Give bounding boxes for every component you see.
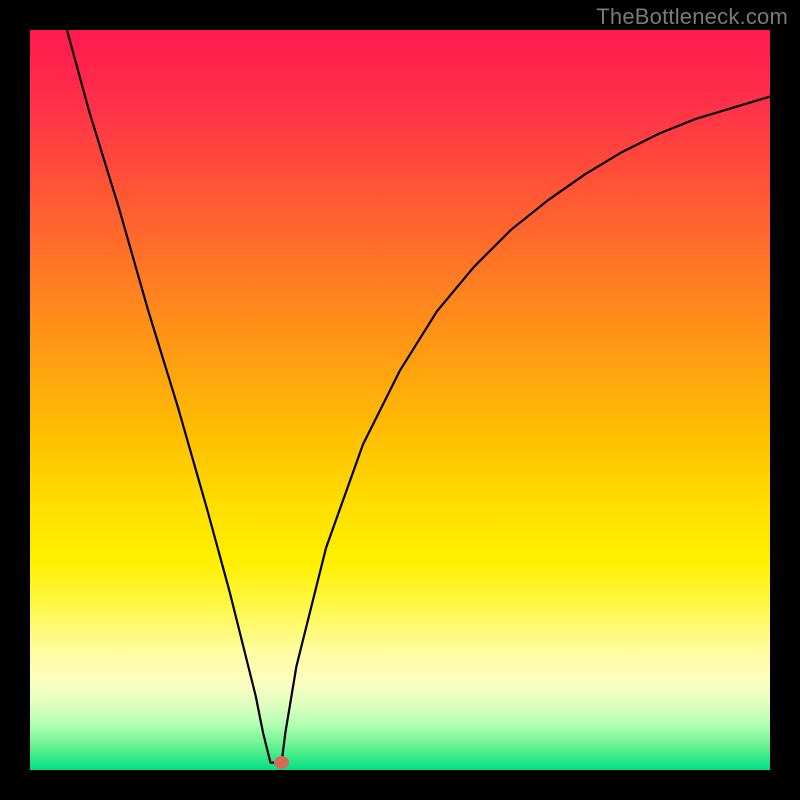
plot-area [30, 30, 770, 770]
chart-frame: TheBottleneck.com [0, 0, 800, 800]
bottleneck-curve [30, 30, 770, 770]
attribution-label: TheBottleneck.com [596, 4, 788, 30]
